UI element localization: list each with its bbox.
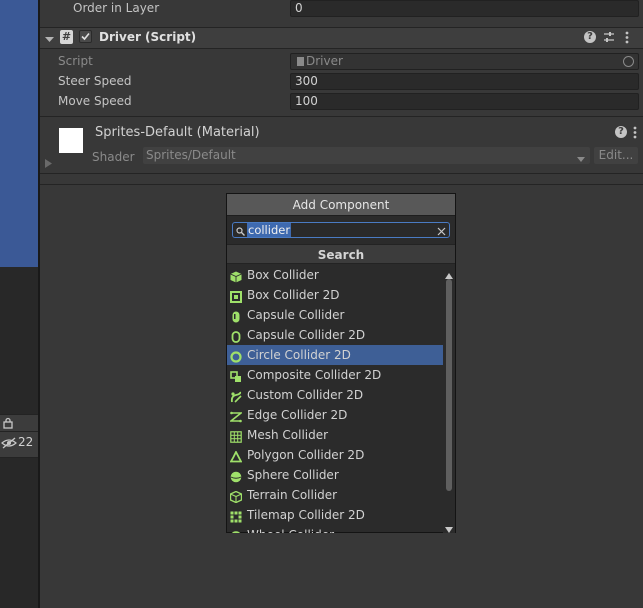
order-in-layer-field[interactable]: 0 [290,0,639,17]
mesh-collider-icon [230,429,242,443]
move-speed-field[interactable]: 100 [290,93,639,110]
component-list-item[interactable]: Box Collider [227,265,443,285]
driver-component-title: Driver (Script) [99,30,197,44]
scrollbar[interactable] [443,265,455,533]
shader-value: Sprites/Default [146,148,236,162]
steer-speed-label: Steer Speed [58,74,132,88]
circle-collider-2d-icon [230,349,242,363]
material-foldout-arrow-icon[interactable] [45,157,52,171]
dropdown-arrow-icon [577,152,585,166]
terrain-collider-icon [229,489,243,504]
scene-visibility-toolbar: 22 [0,414,38,458]
component-list-item[interactable]: Tilemap Collider 2D [227,505,443,525]
component-list-item-label: Composite Collider 2D [247,368,382,382]
search-icon [236,225,245,239]
component-list-item[interactable]: Edge Collider 2D [227,405,443,425]
presets-icon[interactable] [603,31,615,46]
add-component-popup: Add Component collider Search Box Collid… [226,193,456,533]
component-list-item-label: Box Collider 2D [247,288,340,302]
scene-view-strip[interactable] [0,0,38,267]
shader-dropdown[interactable]: Sprites/Default [143,147,590,164]
capsule-collider-icon [230,309,242,323]
search-section-header: Search [227,244,455,264]
capsule-collider-2d-icon [230,329,242,343]
hidden-count: 22 [18,435,34,449]
custom-collider-2d-icon [230,389,242,403]
wheel-collider-icon [230,529,242,533]
component-list-item[interactable]: Capsule Collider 2D [227,325,443,345]
component-list-item-label: Terrain Collider [247,488,338,502]
add-component-separator [40,184,643,185]
component-list-item[interactable]: Custom Collider 2D [227,385,443,405]
lock-icon[interactable] [2,417,14,429]
object-picker-icon[interactable] [623,56,634,67]
component-list-item-label: Box Collider [247,268,319,282]
component-list-item[interactable]: Polygon Collider 2D [227,445,443,465]
shader-edit-button[interactable]: Edit... [594,147,638,164]
component-list-item[interactable]: Composite Collider 2D [227,365,443,385]
component-separator [40,116,643,117]
tilemap-collider-2d-icon [230,509,242,523]
component-search-input[interactable]: collider [232,222,450,238]
driver-component-header[interactable]: # Driver (Script) ? [40,27,643,49]
move-speed-label: Move Speed [58,94,132,108]
component-list-item[interactable]: Sphere Collider [227,465,443,485]
foldout-arrow-icon[interactable] [45,33,54,47]
component-list-item-label: Sphere Collider [247,468,339,482]
component-list-item[interactable]: Wheel Collider [227,525,443,533]
clear-search-icon[interactable] [437,225,446,239]
material-context-menu-icon[interactable] [633,126,637,142]
box-collider-icon [230,269,242,283]
component-list: Box Collider Box Collider 2D Capsule Colli… [227,265,443,533]
component-list-item-label: Circle Collider 2D [247,348,351,362]
script-file-icon [297,57,304,66]
script-hash-icon: # [60,30,73,44]
polygon-collider-2d-icon [229,449,243,463]
script-value: Driver [306,54,343,68]
sphere-collider-icon [230,469,242,483]
steer-speed-field[interactable]: 300 [290,73,639,90]
component-list-item-label: Capsule Collider [247,308,345,322]
scrollbar-thumb[interactable] [446,279,452,491]
component-list-item-label: Tilemap Collider 2D [247,508,365,522]
shader-label: Shader [92,150,135,164]
box-collider-2d-icon [230,289,242,303]
lock-icon-divider [0,431,38,432]
order-in-layer-label: Order in Layer [73,1,160,15]
component-list-item-label: Mesh Collider [247,428,329,442]
component-list-item-label: Wheel Collider [247,525,334,533]
component-list-item[interactable]: Capsule Collider [227,305,443,325]
composite-collider-2d-icon [230,369,242,382]
search-text: collider [247,223,292,237]
panel-divider [38,0,40,608]
component-list-item-label: Polygon Collider 2D [247,448,365,462]
component-list-item[interactable]: Circle Collider 2D [227,345,443,365]
material-help-icon[interactable]: ? [615,126,627,138]
component-list-item-label: Capsule Collider 2D [247,328,366,342]
script-field[interactable]: Driver [290,53,639,70]
script-label: Script [58,54,93,68]
material-preview-swatch [59,128,83,153]
shader-edit-label: Edit... [598,148,634,162]
enabled-checkbox[interactable] [79,30,92,43]
hidden-eye-icon[interactable] [1,437,17,449]
help-icon[interactable]: ? [584,31,596,43]
component-list-item[interactable]: Terrain Collider [227,485,443,505]
component-list-item-label: Custom Collider 2D [247,388,364,402]
component-list-item-label: Edge Collider 2D [247,408,348,422]
component-list-item[interactable]: Box Collider 2D [227,285,443,305]
material-title: Sprites-Default (Material) [95,125,260,140]
scroll-down-icon[interactable] [445,522,453,536]
add-component-button[interactable]: Add Component [227,194,455,216]
component-list-item[interactable]: Mesh Collider [227,425,443,445]
context-menu-icon[interactable] [625,31,629,47]
material-separator [40,173,643,174]
edge-collider-2d-icon [228,409,244,423]
